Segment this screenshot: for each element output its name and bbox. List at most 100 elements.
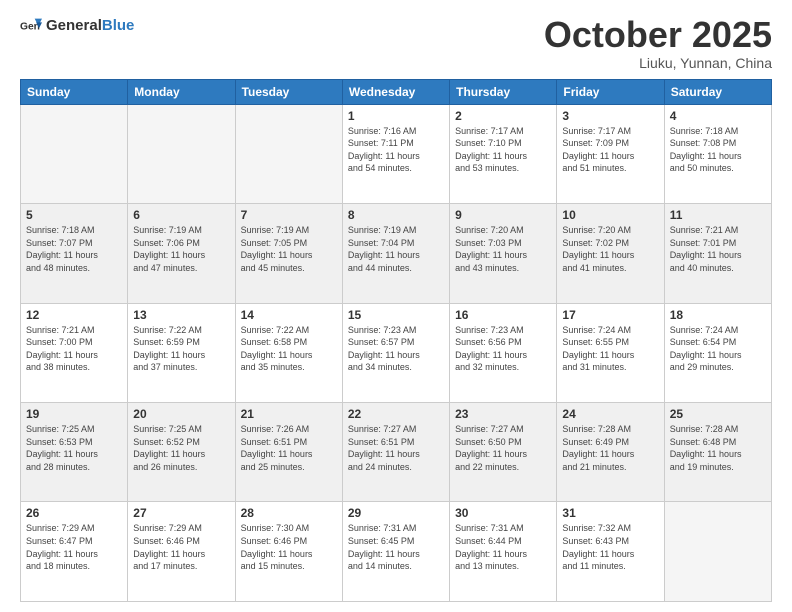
calendar-week-row: 26 Sunrise: 7:29 AM Sunset: 6:47 PM Dayli… <box>21 502 772 602</box>
table-row: 13 Sunrise: 7:22 AM Sunset: 6:59 PM Dayli… <box>128 303 235 402</box>
table-row: 23Sunrise: 7:27 AM Sunset: 6:50 PM Dayli… <box>450 403 557 502</box>
day-info: Sunrise: 7:24 AM Sunset: 6:55 PM Dayligh… <box>562 324 658 374</box>
col-monday: Monday <box>128 79 235 104</box>
day-number: 7 <box>241 208 337 222</box>
calendar-table: Sunday Monday Tuesday Wednesday Thursday… <box>20 79 772 602</box>
day-info: Sunrise: 7:26 AM Sunset: 6:51 PM Dayligh… <box>241 423 337 473</box>
day-info: Sunrise: 7:17 AM Sunset: 7:09 PM Dayligh… <box>562 125 658 175</box>
day-number: 20 <box>133 407 229 421</box>
calendar-week-row: 12 Sunrise: 7:21 AM Sunset: 7:00 PM Dayli… <box>21 303 772 402</box>
day-info: Sunrise: 7:28 AM Sunset: 6:48 PM Dayligh… <box>670 423 766 473</box>
table-row: 10 Sunrise: 7:20 AM Sunset: 7:02 PM Dayli… <box>557 204 664 303</box>
logo-general-text: General <box>46 17 102 34</box>
logo-blue-text: Blue <box>102 17 135 34</box>
table-row: 2 Sunrise: 7:17 AM Sunset: 7:10 PM Daylig… <box>450 104 557 203</box>
day-number: 8 <box>348 208 444 222</box>
col-sunday: Sunday <box>21 79 128 104</box>
day-info: Sunrise: 7:18 AM Sunset: 7:08 PM Dayligh… <box>670 125 766 175</box>
day-info: Sunrise: 7:28 AM Sunset: 6:49 PM Dayligh… <box>562 423 658 473</box>
table-row: 3 Sunrise: 7:17 AM Sunset: 7:09 PM Daylig… <box>557 104 664 203</box>
day-info: Sunrise: 7:27 AM Sunset: 6:51 PM Dayligh… <box>348 423 444 473</box>
col-thursday: Thursday <box>450 79 557 104</box>
day-info: Sunrise: 7:21 AM Sunset: 7:00 PM Dayligh… <box>26 324 122 374</box>
day-info: Sunrise: 7:19 AM Sunset: 7:04 PM Dayligh… <box>348 224 444 274</box>
calendar-week-row: 5Sunrise: 7:18 AM Sunset: 7:07 PM Daylig… <box>21 204 772 303</box>
day-info: Sunrise: 7:29 AM Sunset: 6:46 PM Dayligh… <box>133 522 229 572</box>
day-number: 22 <box>348 407 444 421</box>
table-row: 27Sunrise: 7:29 AM Sunset: 6:46 PM Dayli… <box>128 502 235 602</box>
table-row: 21 Sunrise: 7:26 AM Sunset: 6:51 PM Dayli… <box>235 403 342 502</box>
day-number: 21 <box>241 407 337 421</box>
day-info: Sunrise: 7:29 AM Sunset: 6:47 PM Dayligh… <box>26 522 122 572</box>
day-info: Sunrise: 7:25 AM Sunset: 6:52 PM Dayligh… <box>133 423 229 473</box>
location: Liuku, Yunnan, China <box>544 55 772 71</box>
day-number: 11 <box>670 208 766 222</box>
table-row: 17Sunrise: 7:24 AM Sunset: 6:55 PM Dayli… <box>557 303 664 402</box>
table-row: 7 Sunrise: 7:19 AM Sunset: 7:05 PM Daylig… <box>235 204 342 303</box>
day-number: 10 <box>562 208 658 222</box>
table-row: 14 Sunrise: 7:22 AM Sunset: 6:58 PM Dayli… <box>235 303 342 402</box>
day-info: Sunrise: 7:21 AM Sunset: 7:01 PM Dayligh… <box>670 224 766 274</box>
day-number: 6 <box>133 208 229 222</box>
day-info: Sunrise: 7:22 AM Sunset: 6:59 PM Dayligh… <box>133 324 229 374</box>
day-number: 14 <box>241 308 337 322</box>
day-number: 30 <box>455 506 551 520</box>
day-info: Sunrise: 7:20 AM Sunset: 7:02 PM Dayligh… <box>562 224 658 274</box>
day-number: 12 <box>26 308 122 322</box>
day-info: Sunrise: 7:31 AM Sunset: 6:45 PM Dayligh… <box>348 522 444 572</box>
table-row <box>128 104 235 203</box>
day-number: 13 <box>133 308 229 322</box>
table-row <box>235 104 342 203</box>
day-number: 3 <box>562 109 658 123</box>
col-wednesday: Wednesday <box>342 79 449 104</box>
day-info: Sunrise: 7:31 AM Sunset: 6:44 PM Dayligh… <box>455 522 551 572</box>
day-number: 25 <box>670 407 766 421</box>
table-row: 25 Sunrise: 7:28 AM Sunset: 6:48 PM Dayli… <box>664 403 771 502</box>
day-info: Sunrise: 7:20 AM Sunset: 7:03 PM Dayligh… <box>455 224 551 274</box>
col-saturday: Saturday <box>664 79 771 104</box>
day-info: Sunrise: 7:19 AM Sunset: 7:05 PM Dayligh… <box>241 224 337 274</box>
table-row: 19Sunrise: 7:25 AM Sunset: 6:53 PM Dayli… <box>21 403 128 502</box>
day-info: Sunrise: 7:19 AM Sunset: 7:06 PM Dayligh… <box>133 224 229 274</box>
day-info: Sunrise: 7:24 AM Sunset: 6:54 PM Dayligh… <box>670 324 766 374</box>
page: Gen GeneralBlue October 2025 Liuku, Yunn… <box>0 0 792 612</box>
day-number: 9 <box>455 208 551 222</box>
header: Gen GeneralBlue October 2025 Liuku, Yunn… <box>20 15 772 71</box>
day-info: Sunrise: 7:17 AM Sunset: 7:10 PM Dayligh… <box>455 125 551 175</box>
day-number: 26 <box>26 506 122 520</box>
day-number: 4 <box>670 109 766 123</box>
day-number: 1 <box>348 109 444 123</box>
table-row <box>21 104 128 203</box>
day-number: 24 <box>562 407 658 421</box>
day-info: Sunrise: 7:30 AM Sunset: 6:46 PM Dayligh… <box>241 522 337 572</box>
title-section: October 2025 Liuku, Yunnan, China <box>544 15 772 71</box>
table-row: 6 Sunrise: 7:19 AM Sunset: 7:06 PM Daylig… <box>128 204 235 303</box>
day-info: Sunrise: 7:22 AM Sunset: 6:58 PM Dayligh… <box>241 324 337 374</box>
table-row: 9 Sunrise: 7:20 AM Sunset: 7:03 PM Daylig… <box>450 204 557 303</box>
table-row: 12 Sunrise: 7:21 AM Sunset: 7:00 PM Dayli… <box>21 303 128 402</box>
day-number: 15 <box>348 308 444 322</box>
day-number: 29 <box>348 506 444 520</box>
table-row: 8 Sunrise: 7:19 AM Sunset: 7:04 PM Daylig… <box>342 204 449 303</box>
table-row: 26 Sunrise: 7:29 AM Sunset: 6:47 PM Dayli… <box>21 502 128 602</box>
table-row: 24 Sunrise: 7:28 AM Sunset: 6:49 PM Dayli… <box>557 403 664 502</box>
day-number: 19 <box>26 407 122 421</box>
generalblue-logo-icon: Gen <box>20 15 42 37</box>
calendar-header-row: Sunday Monday Tuesday Wednesday Thursday… <box>21 79 772 104</box>
table-row: 4 Sunrise: 7:18 AM Sunset: 7:08 PM Daylig… <box>664 104 771 203</box>
table-row: 18Sunrise: 7:24 AM Sunset: 6:54 PM Dayli… <box>664 303 771 402</box>
day-number: 28 <box>241 506 337 520</box>
calendar-week-row: 19Sunrise: 7:25 AM Sunset: 6:53 PM Dayli… <box>21 403 772 502</box>
day-number: 16 <box>455 308 551 322</box>
logo: Gen GeneralBlue <box>20 15 134 37</box>
col-friday: Friday <box>557 79 664 104</box>
day-info: Sunrise: 7:18 AM Sunset: 7:07 PM Dayligh… <box>26 224 122 274</box>
table-row: 22 Sunrise: 7:27 AM Sunset: 6:51 PM Dayli… <box>342 403 449 502</box>
day-info: Sunrise: 7:23 AM Sunset: 6:57 PM Dayligh… <box>348 324 444 374</box>
table-row: 11 Sunrise: 7:21 AM Sunset: 7:01 PM Dayli… <box>664 204 771 303</box>
table-row: 1Sunrise: 7:16 AM Sunset: 7:11 PM Daylig… <box>342 104 449 203</box>
col-tuesday: Tuesday <box>235 79 342 104</box>
table-row: 29 Sunrise: 7:31 AM Sunset: 6:45 PM Dayli… <box>342 502 449 602</box>
table-row: 30 Sunrise: 7:31 AM Sunset: 6:44 PM Dayli… <box>450 502 557 602</box>
day-number: 2 <box>455 109 551 123</box>
